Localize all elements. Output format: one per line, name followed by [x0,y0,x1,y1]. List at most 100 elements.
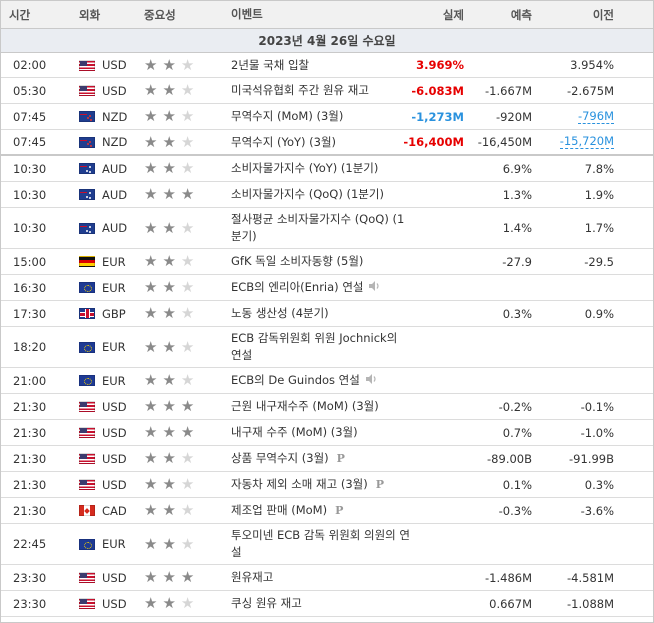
event-row[interactable]: 23:30 USD ★ ★ ★ 원유재고 -1.486M -4.581M [1,565,653,591]
preliminary-icon[interactable]: P [335,504,343,517]
header-previous[interactable]: 이전 [541,1,614,28]
event-name-cell: 절사평균 소비자물가지수 (QoQ) (1분기) [231,208,411,248]
event-name-link[interactable]: 소비자물가지수 (YoY) (1분기) [231,161,378,175]
star-icon: ★ [144,81,158,99]
star-icon: ★ [162,337,176,356]
event-row[interactable]: 22:45 EUR ★ ★ ★ 투오미넨 ECB 감독 위원회 의원의 연설 [1,524,653,565]
header-event[interactable]: 이벤트 [231,1,411,28]
event-row[interactable]: 21:30 USD ★ ★ ★ 내구재 수주 (MoM) (3월) 0.7% -1.0% [1,420,653,446]
event-row[interactable]: 23:30 USD ★ ★ ★ 쿠싱 원유 재고 0.667M -1.088M [1,591,653,617]
star-icon: ★ [144,185,158,203]
nzd-flag-icon [79,111,95,122]
event-actual [401,327,464,367]
event-name-link[interactable]: 소비자물가지수 (QoQ) (1분기) [231,187,384,201]
event-previous[interactable]: -796M [541,104,614,129]
event-currency: NZD [79,130,139,154]
event-name-link[interactable]: 원유재고 [231,570,273,584]
event-name-link[interactable]: GfK 독일 소비자동향 (5월) [231,254,363,268]
previous-value[interactable]: -796M [577,109,614,124]
event-row[interactable]: 16:30 EUR ★ ★ ★ ECB의 엔리아(Enria) 연설 [1,275,653,301]
previous-value: -0.1% [580,399,614,414]
gbp-flag-icon [79,308,95,319]
event-previous: -91.99B [541,446,614,471]
header-time[interactable]: 시간 [9,1,59,28]
event-row[interactable]: 21:00 EUR ★ ★ ★ ECB의 De Guindos 연설 [1,368,653,394]
economic-calendar: 시간 외화 중요성 이벤트 실제 예측 이전 2023년 4월 26일 수요일 … [0,0,654,623]
star-icon: ★ [180,185,195,203]
event-forecast [471,327,532,367]
star-icon: ★ [144,501,158,519]
event-name-cell: 미국석유협회 주간 원유 재고 [231,78,411,103]
event-previous [541,275,614,300]
event-name-wrap: ECB의 엔리아(Enria) 연설 [231,279,380,296]
event-row[interactable]: 15:00 EUR ★ ★ ★ GfK 독일 소비자동향 (5월) -27.9 -29.5 [1,249,653,275]
eur-flag-icon [79,375,95,386]
event-row[interactable]: 07:45 NZD ★ ★ ★ 무역수지 (MoM) (3월) -1,273M -920M -7… [1,104,653,130]
event-name-link[interactable]: 미국석유협회 주간 원유 재고 [231,83,369,97]
previous-value: 0.3% [584,477,614,492]
previous-value: -1.0% [580,425,614,440]
preliminary-icon[interactable]: P [337,452,345,465]
event-name-cell: 노동 생산성 (4분기) [231,301,411,326]
event-name-link[interactable]: 무역수지 (MoM) (3월) [231,109,343,123]
event-name-link[interactable]: ECB의 엔리아(Enria) 연설 [231,280,363,294]
event-previous: 1.9% [541,182,614,207]
speaker-icon[interactable] [365,372,377,389]
star-icon: ★ [162,185,176,203]
speaker-icon[interactable] [369,279,380,296]
event-actual [401,565,464,590]
star-icon: ★ [180,107,195,125]
header-actual[interactable]: 실제 [401,1,464,28]
event-name-wrap: 쿠싱 원유 재고 [231,595,302,612]
event-row[interactable]: 10:30 AUD ★ ★ ★ 소비자물가지수 (YoY) (1분기) 6.9% 7.8% [1,156,653,182]
usd-flag-icon [79,453,95,464]
event-name-link[interactable]: 자동차 제외 소매 재고 (3월) [231,477,368,491]
event-forecast: -920M [495,109,532,124]
event-row[interactable]: 21:30 USD ★ ★ ★ 자동차 제외 소매 재고 (3월) P 0.1% 0.3% [1,472,653,498]
importance-stars: ★ ★ ★ [144,301,214,326]
eur-flag-icon [79,282,95,293]
event-name-link[interactable]: 투오미넨 ECB 감독 위원회 의원의 연설 [231,528,410,559]
event-name-link[interactable]: 절사평균 소비자물가지수 (QoQ) (1분기) [231,212,404,243]
event-name-link[interactable]: 근원 내구재수주 (MoM) (3월) [231,399,379,413]
event-time: 23:30 [13,570,47,585]
usd-flag-icon [79,427,95,438]
event-name-link[interactable]: 상품 무역수지 (3월) [231,451,329,465]
event-name-cell: 2년물 국채 입찰 [231,53,411,77]
event-row[interactable]: 10:30 AUD ★ ★ ★ 소비자물가지수 (QoQ) (1분기) 1.3% 1.9% [1,182,653,208]
event-name-link[interactable]: 무역수지 (YoY) (3월) [231,135,336,149]
header-importance[interactable]: 중요성 [144,1,214,28]
event-time: 21:30 [13,477,47,492]
event-currency: AUD [79,182,139,207]
event-name-link[interactable]: 2년물 국채 입찰 [231,58,309,72]
star-icon: ★ [144,534,158,553]
preliminary-icon[interactable]: P [376,478,384,491]
event-row[interactable]: 21:30 USD ★ ★ ★ 근원 내구재수주 (MoM) (3월) -0.2% -0.1% [1,394,653,420]
event-name-link[interactable]: 쿠싱 원유 재고 [231,596,302,610]
previous-value[interactable]: -15,720M [559,135,614,149]
event-name-link[interactable]: ECB의 De Guindos 연설 [231,373,360,387]
star-icon: ★ [162,107,176,125]
event-row[interactable]: 05:30 USD ★ ★ ★ 미국석유협회 주간 원유 재고 -6.083M -1.667M… [1,78,653,104]
event-name-link[interactable]: 노동 생산성 (4분기) [231,306,329,320]
event-row[interactable]: 18:20 EUR ★ ★ ★ ECB 감독위원회 위원 Jochnick의 연설 [1,327,653,368]
star-icon: ★ [144,278,158,296]
event-name-link[interactable]: ECB 감독위원회 위원 Jochnick의 연설 [231,331,397,362]
event-name-link[interactable]: 내구재 수주 (MoM) (3월) [231,425,358,439]
event-name-cell: ECB 감독위원회 위원 Jochnick의 연설 [231,327,411,367]
event-row[interactable]: 17:30 GBP ★ ★ ★ 노동 생산성 (4분기) 0.3% 0.9% [1,301,653,327]
header-currency[interactable]: 외화 [79,1,139,28]
event-row[interactable]: 07:45 NZD ★ ★ ★ 무역수지 (YoY) (3월) -16,400M -16,45… [1,130,653,156]
date-label: 2023년 4월 26일 수요일 [258,34,396,48]
event-row[interactable]: 21:30 USD ★ ★ ★ 상품 무역수지 (3월) P -89.00B -91.99B [1,446,653,472]
event-row[interactable]: 21:30 CAD ★ ★ ★ 제조업 판매 (MoM) P -0.3% -3.6% [1,498,653,524]
event-row[interactable]: 10:30 AUD ★ ★ ★ 절사평균 소비자물가지수 (QoQ) (1분기) 1.4% 1… [1,208,653,249]
event-previous[interactable]: -15,720M [541,130,614,154]
event-name-wrap: 상품 무역수지 (3월) P [231,450,345,467]
header-forecast[interactable]: 예측 [471,1,532,28]
event-actual [401,249,464,274]
event-forecast: 0.667M [489,596,532,611]
star-icon: ★ [162,594,176,612]
event-row[interactable]: 02:00 USD ★ ★ ★ 2년물 국채 입찰 3.969% 3.954% [1,53,653,78]
event-name-link[interactable]: 제조업 판매 (MoM) [231,503,327,517]
